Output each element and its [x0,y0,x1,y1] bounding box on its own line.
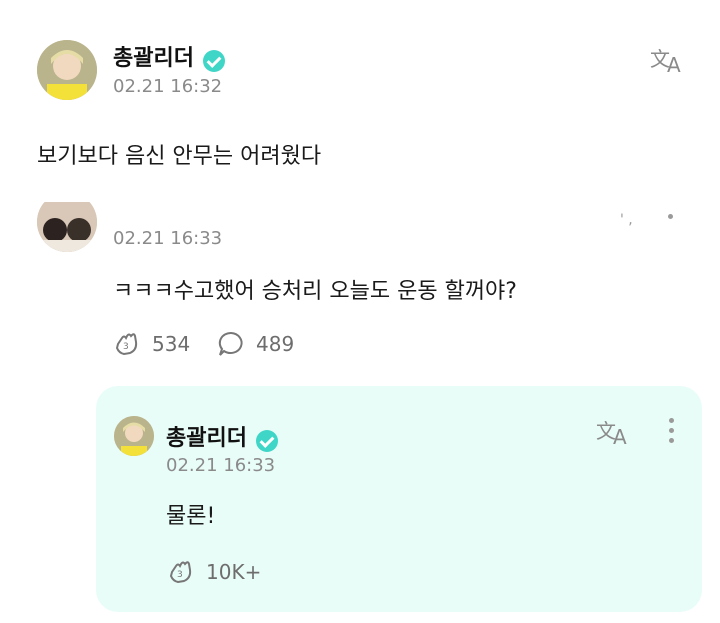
svg-text:3: 3 [177,570,183,580]
reply-card: 총괄리더 02.21 16:33 文 A 물론! 3 10K+ [96,386,702,612]
reply-text: 물론! [166,504,216,529]
reply-author-avatar[interactable] [114,416,154,456]
reply-like-button[interactable]: 3 10K+ [166,558,261,586]
avatar-image [37,40,97,100]
author-row: 총괄리더 [113,40,226,72]
comment-timestamp: 02.21 16:33 [113,228,223,249]
comment-more-icon[interactable] [668,214,673,219]
reply-more-icon[interactable] [669,418,674,443]
reply-author-name[interactable]: 총괄리더 [166,426,247,451]
comment-translate-icon[interactable]: ' , [620,212,633,228]
reply-translate-icon[interactable]: 文 A [596,416,632,450]
speech-bubble-icon [218,331,243,356]
verified-badge-icon [256,429,279,452]
svg-text:A: A [667,53,681,74]
author-name[interactable]: 총괄리더 [113,46,194,71]
comment-text: ㅋㅋㅋ수고했어 승처리 오늘도 운동 할꺼야? [113,279,517,304]
verified-badge-icon [203,49,226,72]
translate-icon[interactable]: 文 A [650,44,686,78]
author-avatar[interactable] [37,40,97,100]
comment-like-count: 534 [152,332,191,356]
post-timestamp: 02.21 16:32 [113,76,223,97]
reply-author-row: 총괄리더 [166,420,279,452]
comment-reply-count: 489 [256,332,295,356]
svg-text:A: A [613,425,627,446]
reply-like-count: 10K+ [206,560,262,584]
comment-like-button[interactable]: 3 534 [112,330,190,358]
comment-reply-button[interactable]: 489 [216,330,294,358]
cheer-hand-icon: 3 [169,561,192,584]
avatar-image [114,416,154,456]
reply-timestamp: 02.21 16:33 [166,455,276,476]
scroll-mask [0,182,720,202]
post-text: 보기보다 음신 안무는 어려웠다 [37,144,322,169]
cheer-hand-icon: 3 [115,333,138,356]
svg-text:3: 3 [123,342,129,352]
